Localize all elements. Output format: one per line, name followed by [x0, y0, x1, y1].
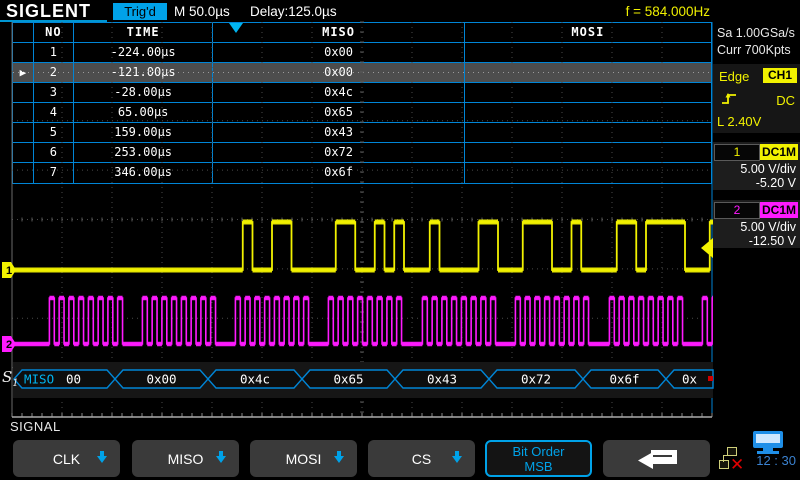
decode-segment-value: 0x	[682, 372, 698, 387]
decode-bus-name: MISO	[24, 372, 54, 387]
decode-segment-value: 00	[66, 372, 81, 387]
decode-segment-value: 0x72	[521, 372, 551, 387]
decode-segment-value: 0x6f	[609, 372, 639, 387]
trigger-level-marker[interactable]	[701, 238, 713, 258]
ch2-waveform	[12, 298, 713, 344]
decode-segment-value: 0x43	[427, 372, 457, 387]
trigger-position-marker[interactable]	[229, 23, 243, 33]
decode-segment-value: 0x00	[146, 372, 176, 387]
channel2-marker-label: 2	[6, 339, 12, 351]
channel1-marker-label: 1	[6, 265, 12, 277]
waveform-display: 00 MISO 0x00 0x4c 0x65 0x43 0x72 0x6f 0x 1 2	[0, 0, 800, 480]
decode-segment-value: 0x4c	[240, 372, 270, 387]
decode-bus-label[interactable]: S1	[2, 368, 19, 389]
incomplete-byte-dot	[708, 376, 713, 381]
oscilloscope-screen: SIGLENT Trig'd M 50.0µs Delay:125.0µs f …	[0, 0, 800, 480]
decode-segment-value: 0x65	[333, 372, 363, 387]
